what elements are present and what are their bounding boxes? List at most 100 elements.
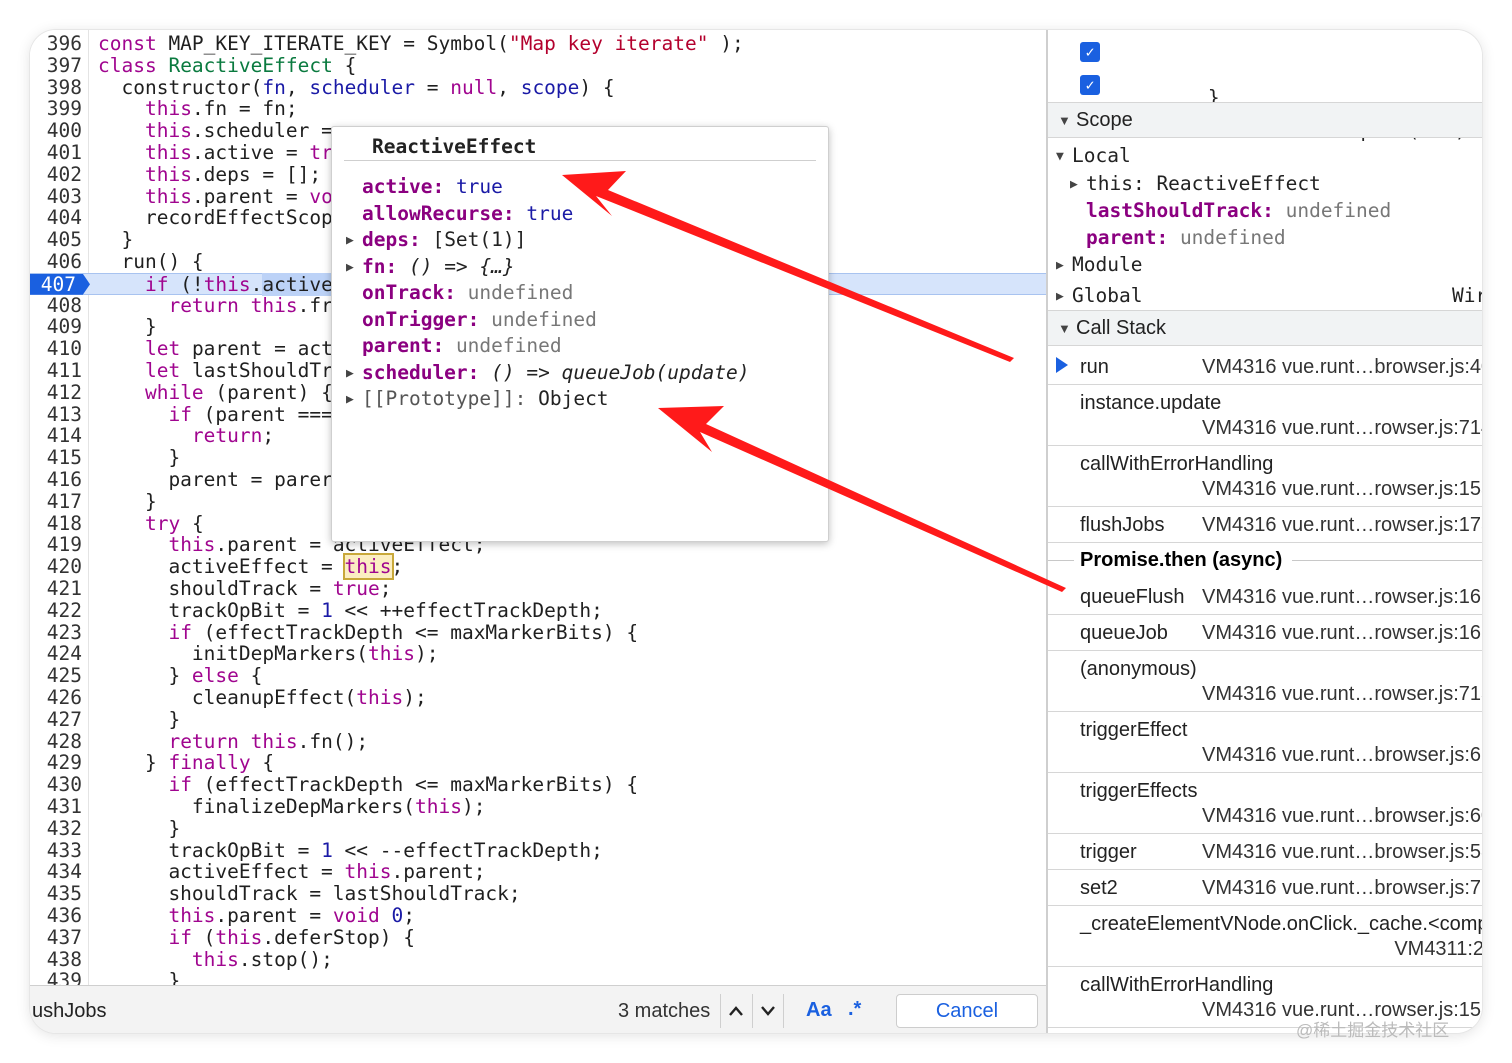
line-number[interactable]: 434	[30, 861, 82, 883]
line-number[interactable]: 414	[30, 425, 82, 447]
popover-property-row[interactable]: ▶ fn: () => {…}	[346, 255, 515, 278]
scope-local[interactable]: ▼ Local	[1056, 144, 1131, 167]
line-number[interactable]: 415	[30, 447, 82, 469]
line-number[interactable]: 411	[30, 360, 82, 382]
line-number[interactable]: 396	[30, 33, 82, 55]
code-line[interactable]: 396 const MAP_KEY_ITERATE_KEY = Symbol("M…	[30, 33, 1046, 55]
frame-location[interactable]: VM4316 vue.runt…browser.js:61	[1202, 744, 1482, 767]
line-number[interactable]: 398	[30, 76, 82, 99]
call-stack-frame[interactable]: instance.update VM4316 vue.runt…rowser.js…	[1048, 384, 1482, 446]
code-line[interactable]: 436 this.parent = void 0;	[30, 905, 1046, 927]
code-line[interactable]: 431 finalizeDepMarkers(this);	[30, 796, 1046, 818]
call-stack-frame[interactable]: _createElementVNode.onClick._cache.<comp…	[1048, 905, 1482, 967]
call-stack-frame[interactable]: trigger VM4316 vue.runt…browser.js:58	[1048, 833, 1482, 870]
cancel-button[interactable]: Cancel	[896, 994, 1038, 1028]
code-line[interactable]: 426 cleanupEffect(this);	[30, 687, 1046, 709]
call-stack-frame[interactable]: queueJob VM4316 vue.runt…rowser.js:166	[1048, 614, 1482, 651]
line-number[interactable]: 420	[30, 556, 82, 578]
line-number[interactable]: 432	[30, 817, 82, 840]
code-line[interactable]: 438 this.stop();	[30, 948, 1046, 971]
code-line[interactable]: 420 activeEffect = this;	[30, 553, 1046, 581]
checkbox-checked-icon[interactable]: ✓	[1080, 42, 1100, 62]
frame-location[interactable]: VM4311:2	[1394, 938, 1482, 961]
frame-location[interactable]: VM4316 vue.runt…rowser.js:714	[1202, 417, 1482, 440]
call-stack-section-header[interactable]: ▼ Call Stack	[1048, 310, 1482, 346]
frame-location[interactable]: VM4316 vue.runt…rowser.js:166	[1202, 622, 1482, 645]
find-input[interactable]: ushJobs	[32, 1000, 107, 1023]
scope-section-header[interactable]: ▼ Scope	[1048, 102, 1482, 138]
line-number[interactable]: 430	[30, 774, 82, 796]
code-line[interactable]: 423 if (effectTrackDepth <= maxMarkerBit…	[30, 621, 1046, 644]
code-line[interactable]: 430 if (effectTrackDepth <= maxMarkerBit…	[30, 774, 1046, 796]
line-number[interactable]: 401	[30, 142, 82, 164]
line-number[interactable]: 421	[30, 578, 82, 600]
code-line[interactable]: 429 } finally {	[30, 752, 1046, 774]
line-number[interactable]: 409	[30, 316, 82, 338]
frame-location[interactable]: VM4316 vue.runt…rowser.js:175	[1202, 514, 1482, 537]
checkbox-checked-icon[interactable]: ✓	[1080, 75, 1100, 95]
call-stack-frame[interactable]: flushJobs VM4316 vue.runt…rowser.js:175	[1048, 506, 1482, 543]
line-number[interactable]: 416	[30, 469, 82, 491]
line-number[interactable]: 436	[30, 905, 82, 927]
code-line[interactable]: 439 }	[30, 970, 1046, 985]
line-number[interactable]: 408	[30, 294, 82, 317]
code-line[interactable]: 432 }	[30, 817, 1046, 840]
code-line[interactable]: 433 trackOpBit = 1 << --effectTrackDepth…	[30, 839, 1046, 862]
line-number[interactable]: 402	[30, 163, 82, 186]
line-number[interactable]: 410	[30, 338, 82, 360]
match-case-toggle[interactable]: Aa	[806, 999, 832, 1022]
frame-location[interactable]: VM4316 vue.runt…browser.js:60	[1202, 805, 1482, 828]
call-stack-frame[interactable]: queueFlush VM4316 vue.runt…rowser.js:166	[1048, 578, 1482, 615]
code-line[interactable]: 435 shouldTrack = lastShouldTrack;	[30, 883, 1046, 905]
line-number[interactable]: 427	[30, 708, 82, 731]
next-match-button[interactable]	[752, 994, 784, 1028]
line-number[interactable]: 433	[30, 839, 82, 862]
popover-property-row[interactable]: ▶ deps: [Set(1)]	[346, 228, 526, 251]
line-number[interactable]: 400	[30, 120, 82, 142]
code-line[interactable]: 421 shouldTrack = true;	[30, 578, 1046, 600]
call-stack-frame[interactable]: callWithErrorHandling VM4316 vue.runt…row…	[1048, 445, 1482, 507]
previous-match-button[interactable]	[720, 994, 751, 1028]
frame-location[interactable]: VM4316 vue.runt…browser.js:40	[1202, 356, 1482, 379]
line-number[interactable]: 426	[30, 687, 82, 709]
line-number[interactable]: 429	[30, 752, 82, 774]
code-line[interactable]: 428 return this.fn();	[30, 730, 1046, 753]
code-line[interactable]: 437 if (this.deferStop) {	[30, 926, 1046, 949]
line-number[interactable]: 435	[30, 883, 82, 905]
line-number[interactable]: 412	[30, 381, 82, 404]
line-number[interactable]: 423	[30, 621, 82, 644]
line-number[interactable]: 439	[30, 970, 82, 985]
regex-toggle[interactable]: .*	[848, 998, 861, 1021]
popover-property-row[interactable]: ▶ scheduler: () => queueJob(update)	[346, 361, 749, 384]
call-stack-frame[interactable]: triggerEffects VM4316 vue.runt…browser.js…	[1048, 772, 1482, 834]
line-number[interactable]: 397	[30, 54, 82, 77]
breakpoint-marker[interactable]: 407	[30, 273, 90, 295]
code-line[interactable]: 399 this.fn = fn;	[30, 98, 1046, 120]
code-line[interactable]: 424 initDepMarkers(this);	[30, 643, 1046, 665]
code-line[interactable]: 422 trackOpBit = 1 << ++effectTrackDepth…	[30, 599, 1046, 622]
line-number[interactable]: 428	[30, 730, 82, 753]
line-number[interactable]: 418	[30, 512, 82, 535]
frame-location[interactable]: VM4316 vue.runt…rowser.js:166	[1202, 586, 1482, 609]
line-number[interactable]: 424	[30, 643, 82, 665]
scope-this[interactable]: ▶ this: ReactiveEffect	[1070, 172, 1321, 195]
line-number[interactable]: 419	[30, 534, 82, 556]
line-number[interactable]: 437	[30, 926, 82, 949]
code-line[interactable]: 398 constructor(fn, scheduler = null, sc…	[30, 76, 1046, 99]
scope-module[interactable]: ▶ Module	[1056, 253, 1142, 276]
scope-global[interactable]: ▶ Global	[1056, 284, 1142, 307]
line-number[interactable]: 422	[30, 599, 82, 622]
frame-location[interactable]: VM4316 vue.runt…browser.js:72	[1202, 877, 1482, 900]
line-number[interactable]: 405	[30, 229, 82, 251]
call-stack-frame[interactable]: set2 VM4316 vue.runt…browser.js:72	[1048, 869, 1482, 906]
frame-location[interactable]: VM4316 vue.runt…browser.js:58	[1202, 841, 1482, 864]
frame-location[interactable]: VM4316 vue.runt…rowser.js:155	[1202, 478, 1482, 501]
call-stack-frame[interactable]: run VM4316 vue.runt…browser.js:40	[1048, 348, 1482, 385]
code-line[interactable]: 425 } else {	[30, 665, 1046, 687]
call-stack-frame[interactable]: triggerEffect VM4316 vue.runt…browser.js:…	[1048, 711, 1482, 773]
line-number[interactable]: 438	[30, 948, 82, 971]
code-line[interactable]: 427 }	[30, 708, 1046, 731]
call-stack-frame[interactable]: (anonymous) VM4316 vue.runt…rowser.js:713	[1048, 650, 1482, 712]
code-line[interactable]: 397 class ReactiveEffect {	[30, 54, 1046, 77]
popover-property-row[interactable]: ▶ [[Prototype]]: Object	[346, 387, 609, 410]
